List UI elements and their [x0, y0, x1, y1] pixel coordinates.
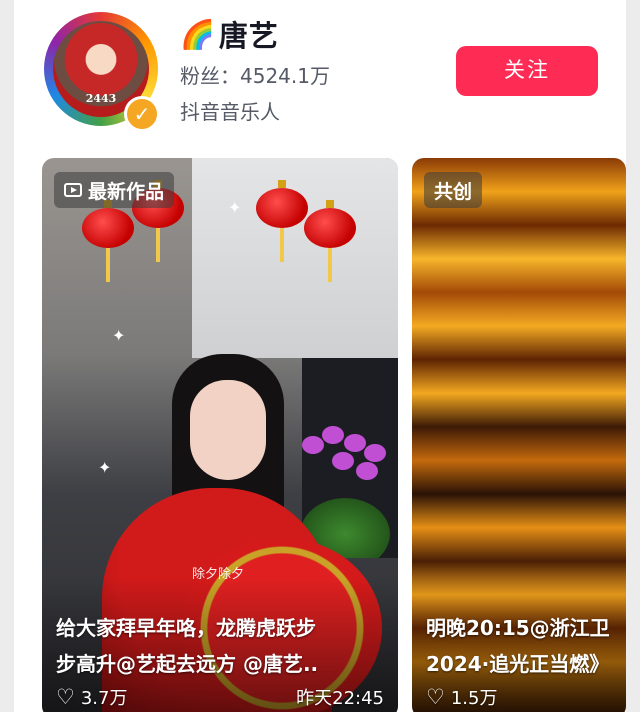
profile-role: 抖音音乐人: [180, 100, 280, 124]
card-title-line1: 给大家拜早年咯，龙腾虎跃步: [56, 616, 316, 640]
card-title-line2: 步高升@艺起去远方 @唐艺..: [56, 652, 319, 676]
latest-work-tag: 最新作品: [54, 172, 175, 208]
likes-count: 1.5万: [450, 688, 498, 709]
follow-button[interactable]: 关注: [456, 46, 598, 96]
post-time: 昨天22:45: [296, 688, 384, 709]
sparkle-icon: ✦: [228, 198, 242, 217]
heart-icon: ♡: [56, 685, 75, 709]
card-title-line1: 明晚20:15@浙江卫: [426, 616, 610, 640]
background-wall: [192, 158, 398, 358]
lantern-icon: [256, 180, 308, 262]
video-card-latest[interactable]: ✦ ✦ ✦ 除夕除夕 最新作品 给大家拜早年咯，龙腾虎跃步 步高升@艺起去远方 …: [42, 158, 398, 712]
likes: ♡ 1.5万: [426, 684, 497, 710]
rainbow-icon: 🌈: [180, 17, 215, 51]
video-play-icon: [64, 183, 82, 197]
fans-value: 4524.1万: [240, 64, 330, 88]
sparkle-icon: ✦: [112, 326, 126, 345]
orchid-flowers: [292, 426, 392, 486]
lantern-icon: [304, 200, 356, 282]
sparkle-icon: ✦: [98, 458, 112, 477]
person-face: [190, 380, 266, 480]
fans-count: 粉丝：4524.1万: [180, 60, 330, 89]
video-card-cocreate[interactable]: 共创 明晚20:15@浙江卫 2024·追光正当燃》 ♡ 1.5万: [412, 158, 626, 712]
tag-label: 共创: [434, 180, 473, 203]
heart-icon: ♡: [426, 685, 445, 709]
likes: ♡ 3.7万: [56, 684, 127, 710]
profile-name: 唐艺: [218, 19, 279, 53]
lantern-icon: [82, 200, 134, 282]
name-row: 🌈 唐艺: [180, 14, 279, 54]
card-title-line2: 2024·追光正当燃》: [426, 652, 610, 676]
cocreate-tag: 共创: [424, 172, 483, 208]
tag-label: 最新作品: [88, 180, 165, 203]
profile-page: 2443 ✓ 🌈 唐艺 粉丝：4524.1万 抖音音乐人 关注 ✦ ✦ ✦ 除夕…: [14, 0, 626, 712]
fans-label: 粉丝：: [180, 64, 240, 88]
likes-count: 3.7万: [80, 688, 128, 709]
verified-badge-icon: ✓: [124, 96, 160, 132]
